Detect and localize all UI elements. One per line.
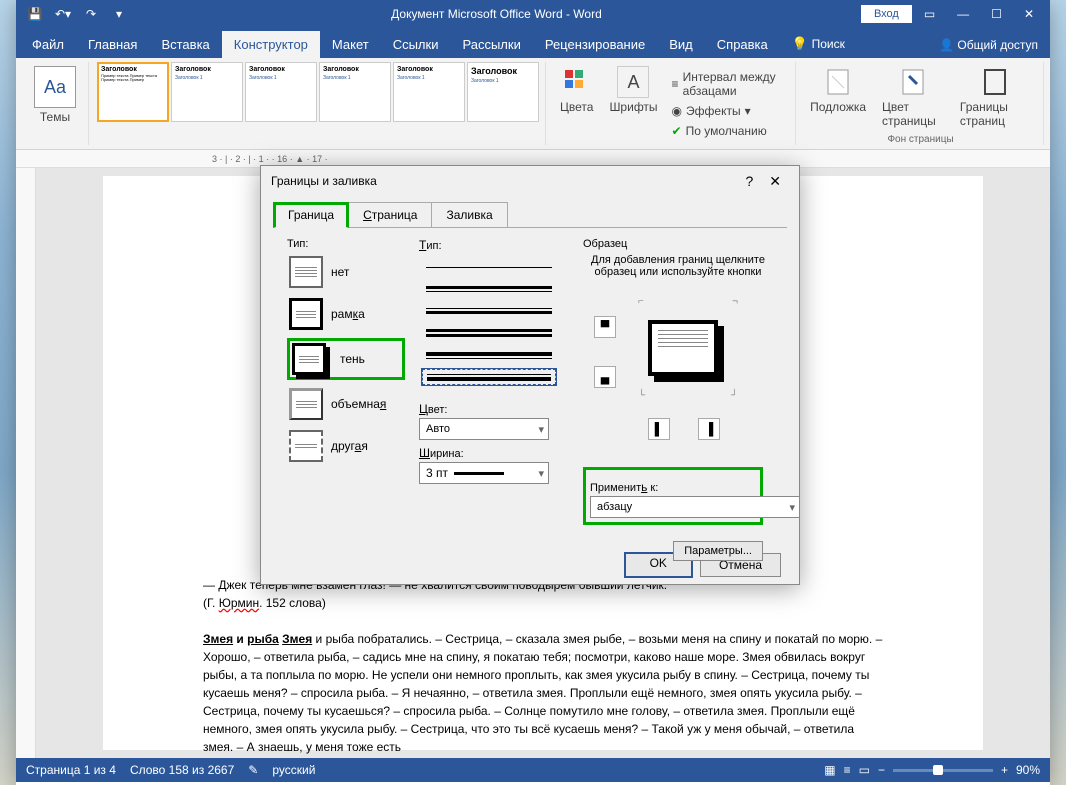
statusbar: Страница 1 из 4 Слово 158 из 2667 ✎ русс… [16,758,1050,782]
minimize-icon[interactable]: — [947,4,979,24]
gallery-item[interactable]: ЗаголовокЗаголовок 1 [245,62,317,122]
borders-icon [979,66,1011,98]
preview-sample [648,320,718,376]
tab-help[interactable]: Справка [705,31,780,58]
zoom-out-icon[interactable]: − [878,763,885,777]
tab-insert[interactable]: Вставка [149,31,221,58]
colors-icon [561,66,593,98]
dialog-title: Границы и заливка [271,174,377,188]
setting-box[interactable]: рамка [287,296,405,332]
titlebar: 💾 ↶▾ ↷ ▾ Документ Microsoft Office Word … [16,0,1050,28]
doc-text: Змея и рыба Змея и рыба побратались. – С… [203,630,883,756]
paragraph-spacing-button[interactable]: ≡Интервал между абзацами [668,68,790,100]
setting-label: Тип: [287,238,405,250]
set-default-button[interactable]: ✔По умолчанию [668,122,790,140]
page-borders-button[interactable]: Границы страниц [954,62,1037,134]
themes-button[interactable]: Aа Темы [28,62,82,145]
style-gallery[interactable]: ЗаголовокПример текста Пример текста При… [97,62,539,126]
setting-none[interactable]: нет [287,254,405,290]
signin-button[interactable]: Вход [861,5,912,23]
dialog-close-icon[interactable]: ✕ [761,169,789,194]
effects-icon: ◉ [672,104,682,118]
tab-border[interactable]: Граница [273,202,349,228]
save-icon[interactable]: 💾 [22,2,48,26]
window-title: Документ Microsoft Office Word - Word [132,7,861,21]
qat-more-icon[interactable]: ▾ [106,2,132,26]
status-words[interactable]: Слово 158 из 2667 [130,763,234,777]
tab-page-border[interactable]: Страница [348,202,432,228]
default-icon: ✔ [672,124,682,138]
preview-hint: Для добавления границ щелкните образец и… [583,254,773,278]
color-label: Цвет: [419,402,569,416]
setting-shadow[interactable]: тень [287,338,405,380]
maximize-icon[interactable]: ☐ [981,4,1012,24]
options-button[interactable]: Параметры... [673,541,763,561]
zoom-in-icon[interactable]: + [1001,763,1008,777]
apply-to-select[interactable]: абзацу [590,496,800,518]
gallery-item[interactable]: ЗаголовокЗаголовок 1 [319,62,391,122]
tab-references[interactable]: Ссылки [381,31,451,58]
status-proofing-icon[interactable]: ✎ [248,763,258,777]
zoom-slider[interactable] [893,769,993,772]
ribbon: Aа Темы ЗаголовокПример текста Пример те… [16,58,1050,150]
style-list[interactable] [419,256,559,388]
style-label: Тип: [419,238,569,252]
tab-shading[interactable]: Заливка [431,202,507,228]
tab-review[interactable]: Рецензирование [533,31,657,58]
watermark-icon [822,66,854,98]
ribbon-display-icon[interactable]: ▭ [914,4,945,24]
edge-bottom-button[interactable]: ▄ [594,366,616,388]
preview-box[interactable]: ⌐ ¬ ▀ ▄ └ ┘ ▌ ▐ [588,290,768,450]
tab-file[interactable]: Файл [20,31,76,58]
setting-3d[interactable]: объемная [287,386,405,422]
status-page[interactable]: Страница 1 из 4 [26,763,116,777]
page-color-icon [897,66,929,98]
page-color-button[interactable]: Цвет страницы [876,62,950,134]
spacing-icon: ≡ [672,77,679,91]
zoom-level[interactable]: 90% [1016,763,1040,777]
help-icon[interactable]: ? [737,169,761,193]
undo-icon[interactable]: ↶▾ [50,2,76,26]
watermark-button[interactable]: Подложка [804,62,872,134]
effects-button[interactable]: ◉Эффекты▾ [668,102,790,120]
tab-design[interactable]: Конструктор [222,31,320,58]
tab-view[interactable]: Вид [657,31,705,58]
preview-label: Образец [583,238,773,250]
view-web-icon[interactable]: ▭ [859,763,870,777]
edge-left-button[interactable]: ▌ [648,418,670,440]
tab-home[interactable]: Главная [76,31,149,58]
tab-mailings[interactable]: Рассылки [450,31,532,58]
fonts-icon: A [617,66,649,98]
color-select[interactable]: Авто [419,418,549,440]
gallery-item[interactable]: ЗаголовокЗаголовок 1 [393,62,465,122]
gallery-item[interactable]: ЗаголовокПример текста Пример текста При… [97,62,169,122]
ribbon-group-background: Фон страницы [804,134,1037,145]
menu-tabs: Файл Главная Вставка Конструктор Макет С… [16,28,1050,58]
colors-button[interactable]: Цвета [554,62,599,145]
search-button[interactable]: 💡 Поиск [780,30,857,58]
borders-dialog: Границы и заливка ? ✕ Граница Страница З… [260,165,800,585]
themes-icon: Aа [34,66,76,108]
setting-custom[interactable]: другая [287,428,405,464]
gallery-item[interactable]: ЗаголовокЗаголовок 1 [467,62,539,122]
apply-label: Применить к: [590,480,756,494]
redo-icon[interactable]: ↷ [78,2,104,26]
gallery-item[interactable]: ЗаголовокЗаголовок 1 [171,62,243,122]
tab-layout[interactable]: Макет [320,31,381,58]
close-icon[interactable]: ✕ [1014,4,1044,24]
view-print-icon[interactable]: ≡ [844,763,851,777]
doc-text: (Г. Юрмин. 152 слова) [203,594,883,612]
fonts-button[interactable]: AШрифты [603,62,663,145]
vertical-ruler[interactable] [16,168,36,758]
width-select[interactable]: 3 пт [419,462,549,484]
edge-right-button[interactable]: ▐ [698,418,720,440]
edge-top-button[interactable]: ▀ [594,316,616,338]
share-button[interactable]: 👤 Общий доступ [939,38,1038,52]
width-label: Ширина: [419,446,569,460]
status-language[interactable]: русский [272,763,315,777]
view-read-icon[interactable]: ▦ [824,763,835,777]
